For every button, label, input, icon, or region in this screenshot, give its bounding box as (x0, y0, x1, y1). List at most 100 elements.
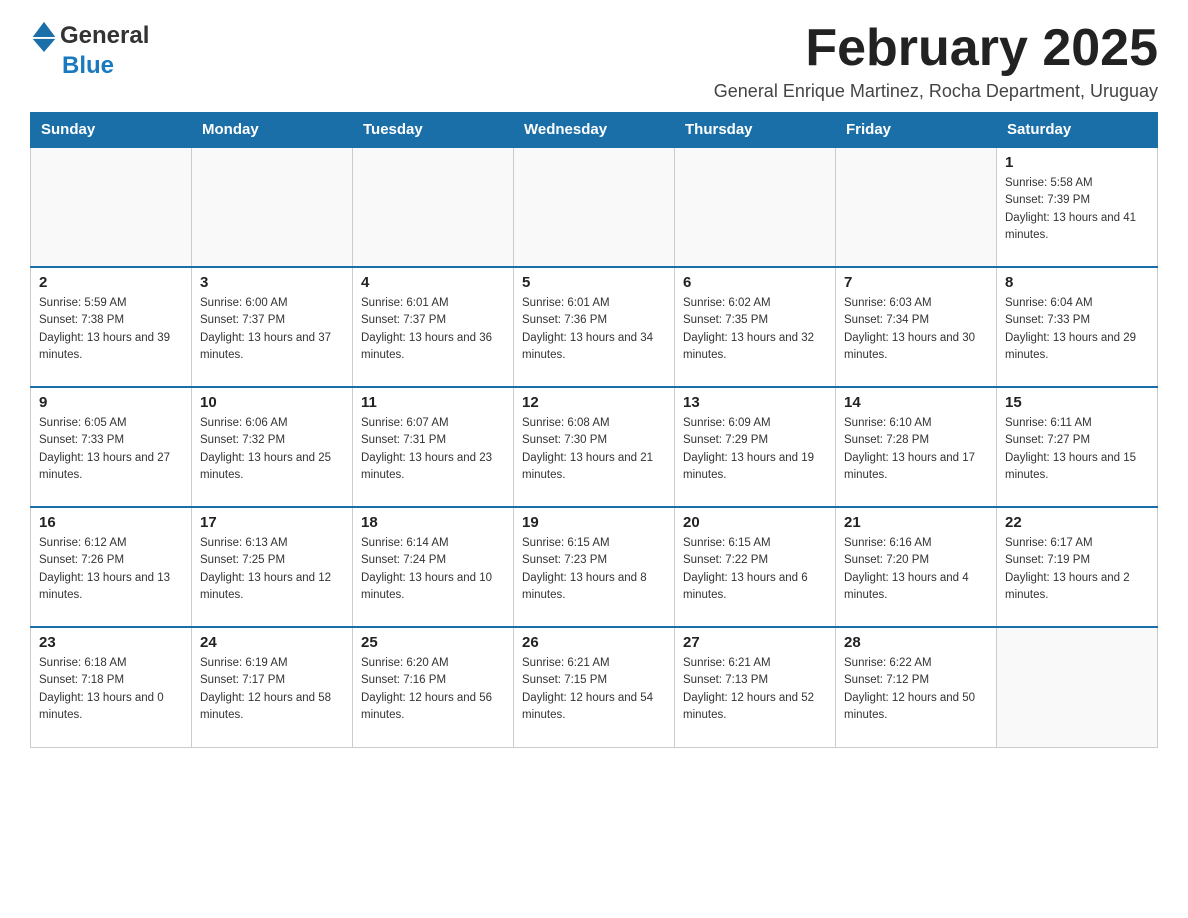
day-number: 11 (361, 394, 505, 411)
calendar-week-4: 16Sunrise: 6:12 AMSunset: 7:26 PMDayligh… (31, 507, 1158, 627)
calendar-cell-w1-d2 (192, 147, 353, 267)
day-number: 23 (39, 634, 183, 651)
calendar-header-row: Sunday Monday Tuesday Wednesday Thursday… (31, 113, 1158, 148)
col-tuesday: Tuesday (353, 113, 514, 148)
logo: General Blue (30, 20, 149, 80)
day-number: 18 (361, 514, 505, 531)
calendar-cell-w5-d6: 28 Sunrise: 6:22 AMSunset: 7:12 PMDayligh… (836, 627, 997, 747)
day-number: 22 (1005, 514, 1149, 531)
col-saturday: Saturday (997, 113, 1158, 148)
calendar-cell-w5-d4: 26Sunrise: 6:21 AMSunset: 7:15 PMDayligh… (514, 627, 675, 747)
day-info: Sunrise: 6:05 AMSunset: 7:33 PMDaylight:… (39, 415, 183, 484)
calendar-cell-w4-d4: 19Sunrise: 6:15 AMSunset: 7:23 PMDayligh… (514, 507, 675, 627)
day-number: 16 (39, 514, 183, 531)
calendar-cell-w4-d2: 17 Sunrise: 6:13 AMSunset: 7:25 PMDayligh… (192, 507, 353, 627)
day-number: 27 (683, 634, 827, 651)
day-info: Sunrise: 6:21 AMSunset: 7:13 PMDaylight:… (683, 655, 827, 724)
calendar-cell-w3-d7: 15 Sunrise: 6:11 AMSunset: 7:27 PMDayligh… (997, 387, 1158, 507)
logo-general-text: General (60, 22, 149, 50)
day-number: 26 (522, 634, 666, 651)
day-number: 9 (39, 394, 183, 411)
calendar-week-3: 9 Sunrise: 6:05 AMSunset: 7:33 PMDaylight… (31, 387, 1158, 507)
day-info: Sunrise: 6:01 AMSunset: 7:37 PMDaylight:… (361, 295, 505, 364)
calendar-week-2: 2Sunrise: 5:59 AMSunset: 7:38 PMDaylight… (31, 267, 1158, 387)
day-info: Sunrise: 6:08 AMSunset: 7:30 PMDaylight:… (522, 415, 666, 484)
calendar-table: Sunday Monday Tuesday Wednesday Thursday… (30, 112, 1158, 748)
calendar-cell-w1-d4 (514, 147, 675, 267)
calendar-cell-w1-d7: 1 Sunrise: 5:58 AMSunset: 7:39 PMDaylight… (997, 147, 1158, 267)
day-info: Sunrise: 5:58 AMSunset: 7:39 PMDaylight:… (1005, 175, 1149, 244)
col-thursday: Thursday (675, 113, 836, 148)
day-number: 17 (200, 514, 344, 531)
title-section: February 2025 General Enrique Martinez, … (714, 20, 1158, 102)
day-number: 19 (522, 514, 666, 531)
logo-icon (30, 20, 58, 52)
col-monday: Monday (192, 113, 353, 148)
calendar-week-5: 23 Sunrise: 6:18 AMSunset: 7:18 PMDayligh… (31, 627, 1158, 747)
page-header: General Blue February 2025 General Enriq… (30, 20, 1158, 102)
day-info: Sunrise: 6:15 AMSunset: 7:22 PMDaylight:… (683, 535, 827, 604)
day-number: 7 (844, 274, 988, 291)
day-number: 21 (844, 514, 988, 531)
day-number: 4 (361, 274, 505, 291)
calendar-cell-w3-d3: 11 Sunrise: 6:07 AMSunset: 7:31 PMDayligh… (353, 387, 514, 507)
logo-blue-text: Blue (62, 52, 114, 80)
calendar-cell-w3-d6: 14 Sunrise: 6:10 AMSunset: 7:28 PMDayligh… (836, 387, 997, 507)
day-info: Sunrise: 5:59 AMSunset: 7:38 PMDaylight:… (39, 295, 183, 364)
day-number: 12 (522, 394, 666, 411)
calendar-cell-w5-d2: 24 Sunrise: 6:19 AMSunset: 7:17 PMDayligh… (192, 627, 353, 747)
calendar-cell-w3-d2: 10 Sunrise: 6:06 AMSunset: 7:32 PMDayligh… (192, 387, 353, 507)
calendar-cell-w3-d5: 13 Sunrise: 6:09 AMSunset: 7:29 PMDayligh… (675, 387, 836, 507)
day-number: 20 (683, 514, 827, 531)
day-info: Sunrise: 6:07 AMSunset: 7:31 PMDaylight:… (361, 415, 505, 484)
calendar-cell-w5-d7 (997, 627, 1158, 747)
day-info: Sunrise: 6:01 AMSunset: 7:36 PMDaylight:… (522, 295, 666, 364)
calendar-cell-w5-d1: 23 Sunrise: 6:18 AMSunset: 7:18 PMDayligh… (31, 627, 192, 747)
calendar-cell-w1-d5 (675, 147, 836, 267)
day-number: 1 (1005, 154, 1149, 171)
day-info: Sunrise: 6:00 AMSunset: 7:37 PMDaylight:… (200, 295, 344, 364)
calendar-cell-w2-d2: 3 Sunrise: 6:00 AMSunset: 7:37 PMDaylight… (192, 267, 353, 387)
day-info: Sunrise: 6:22 AMSunset: 7:12 PMDaylight:… (844, 655, 988, 724)
calendar-cell-w3-d1: 9 Sunrise: 6:05 AMSunset: 7:33 PMDaylight… (31, 387, 192, 507)
calendar-cell-w1-d1 (31, 147, 192, 267)
calendar-cell-w4-d1: 16Sunrise: 6:12 AMSunset: 7:26 PMDayligh… (31, 507, 192, 627)
day-number: 13 (683, 394, 827, 411)
day-info: Sunrise: 6:20 AMSunset: 7:16 PMDaylight:… (361, 655, 505, 724)
day-number: 14 (844, 394, 988, 411)
day-info: Sunrise: 6:09 AMSunset: 7:29 PMDaylight:… (683, 415, 827, 484)
calendar-cell-w1-d6 (836, 147, 997, 267)
day-info: Sunrise: 6:13 AMSunset: 7:25 PMDaylight:… (200, 535, 344, 604)
day-number: 25 (361, 634, 505, 651)
location-subtitle: General Enrique Martinez, Rocha Departme… (714, 81, 1158, 102)
day-info: Sunrise: 6:03 AMSunset: 7:34 PMDaylight:… (844, 295, 988, 364)
calendar-cell-w3-d4: 12 Sunrise: 6:08 AMSunset: 7:30 PMDayligh… (514, 387, 675, 507)
day-number: 3 (200, 274, 344, 291)
calendar-cell-w2-d4: 5 Sunrise: 6:01 AMSunset: 7:36 PMDaylight… (514, 267, 675, 387)
calendar-cell-w5-d5: 27 Sunrise: 6:21 AMSunset: 7:13 PMDayligh… (675, 627, 836, 747)
day-info: Sunrise: 6:10 AMSunset: 7:28 PMDaylight:… (844, 415, 988, 484)
calendar-cell-w4-d3: 18 Sunrise: 6:14 AMSunset: 7:24 PMDayligh… (353, 507, 514, 627)
calendar-cell-w2-d1: 2Sunrise: 5:59 AMSunset: 7:38 PMDaylight… (31, 267, 192, 387)
day-info: Sunrise: 6:02 AMSunset: 7:35 PMDaylight:… (683, 295, 827, 364)
day-number: 28 (844, 634, 988, 651)
month-title: February 2025 (714, 20, 1158, 77)
col-sunday: Sunday (31, 113, 192, 148)
calendar-week-1: 1 Sunrise: 5:58 AMSunset: 7:39 PMDaylight… (31, 147, 1158, 267)
day-info: Sunrise: 6:14 AMSunset: 7:24 PMDaylight:… (361, 535, 505, 604)
day-info: Sunrise: 6:19 AMSunset: 7:17 PMDaylight:… (200, 655, 344, 724)
calendar-cell-w2-d7: 8Sunrise: 6:04 AMSunset: 7:33 PMDaylight… (997, 267, 1158, 387)
day-number: 6 (683, 274, 827, 291)
day-info: Sunrise: 6:18 AMSunset: 7:18 PMDaylight:… (39, 655, 183, 724)
calendar-cell-w2-d6: 7 Sunrise: 6:03 AMSunset: 7:34 PMDaylight… (836, 267, 997, 387)
day-number: 24 (200, 634, 344, 651)
calendar-cell-w1-d3 (353, 147, 514, 267)
day-number: 15 (1005, 394, 1149, 411)
day-info: Sunrise: 6:11 AMSunset: 7:27 PMDaylight:… (1005, 415, 1149, 484)
day-info: Sunrise: 6:04 AMSunset: 7:33 PMDaylight:… (1005, 295, 1149, 364)
calendar-cell-w5-d3: 25 Sunrise: 6:20 AMSunset: 7:16 PMDayligh… (353, 627, 514, 747)
day-info: Sunrise: 6:06 AMSunset: 7:32 PMDaylight:… (200, 415, 344, 484)
day-number: 10 (200, 394, 344, 411)
col-friday: Friday (836, 113, 997, 148)
day-number: 5 (522, 274, 666, 291)
